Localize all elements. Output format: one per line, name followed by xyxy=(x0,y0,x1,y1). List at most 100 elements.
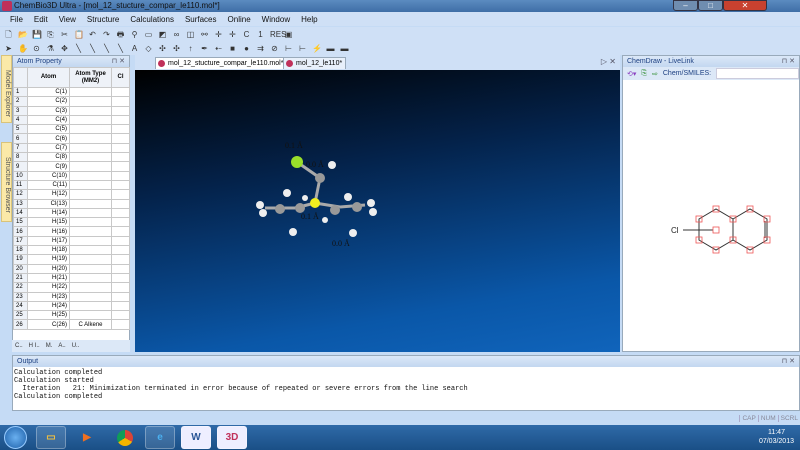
atom-type-cell[interactable] xyxy=(69,105,112,116)
toolbar-button-icon[interactable]: ⚲ xyxy=(130,30,139,39)
table-row[interactable]: 7 C(7) xyxy=(13,142,130,154)
atom-cell[interactable]: C(10) xyxy=(27,170,70,181)
atom-type-cell[interactable] xyxy=(69,235,112,247)
charge-cell[interactable] xyxy=(111,282,130,293)
col-header-cl[interactable]: Cl xyxy=(111,67,130,88)
toolbar-button-icon[interactable]: ↶ xyxy=(88,30,97,39)
menu-edit[interactable]: Edit xyxy=(34,15,48,24)
table-row[interactable]: 9 C(9) xyxy=(13,161,130,172)
table-row[interactable]: 4 C(4) xyxy=(13,114,130,126)
atom-type-cell[interactable] xyxy=(69,272,112,284)
paste-icon[interactable]: ⇨ xyxy=(652,70,658,78)
menu-online[interactable]: Online xyxy=(228,15,251,24)
atom-cell[interactable]: H(20) xyxy=(27,263,70,274)
table-row[interactable]: 24 H(24) xyxy=(13,300,130,312)
toolbar-button-icon[interactable]: ⊢ xyxy=(284,44,293,53)
toolbar-button-icon[interactable]: ╲ xyxy=(74,44,83,53)
toolbar-button-icon[interactable]: ⚡ xyxy=(312,44,322,53)
toolbar-button-icon[interactable]: ✋ xyxy=(18,44,28,53)
atom-type-cell[interactable] xyxy=(69,179,112,191)
toolbar-button-icon[interactable]: ⎘ xyxy=(46,30,55,39)
charge-cell[interactable] xyxy=(111,189,130,200)
toolbar-button-icon[interactable]: 💾 xyxy=(32,30,42,39)
menu-calculations[interactable]: Calculations xyxy=(130,15,174,24)
atom-type-cell[interactable] xyxy=(69,217,112,228)
toolbar-button-icon[interactable]: ✛ xyxy=(214,30,223,39)
table-row[interactable]: 25 H(25) xyxy=(13,310,130,321)
toolbar-button-icon[interactable]: ⊢ xyxy=(298,44,307,53)
atom-cell[interactable]: Cl(13) xyxy=(27,198,70,209)
toolbar-button-icon[interactable]: ✣ xyxy=(172,44,181,53)
atom-type-cell[interactable]: C Alkene xyxy=(69,319,112,330)
toolbar-button-icon[interactable]: ⚯ xyxy=(200,30,209,39)
ie-taskbar-icon[interactable]: e xyxy=(145,426,175,449)
close-doc-icon[interactable]: ▷ ✕ xyxy=(601,57,616,66)
minimize-button[interactable]: – xyxy=(673,0,698,11)
atom-cell[interactable]: H(25) xyxy=(27,310,70,321)
table-row[interactable]: 16 H(16) xyxy=(13,226,130,237)
charge-cell[interactable] xyxy=(111,170,130,181)
toolbar-button-icon[interactable]: ● xyxy=(242,44,251,53)
maximize-button[interactable]: □ xyxy=(698,0,723,11)
toolbar-button-icon[interactable]: 📋 xyxy=(74,30,84,39)
toolbar-button-icon[interactable]: ╲ xyxy=(102,44,111,53)
atom-cell[interactable]: C(7) xyxy=(27,142,70,154)
atom-type-cell[interactable] xyxy=(69,96,112,107)
atom-cell[interactable]: C(8) xyxy=(27,152,70,163)
table-row[interactable]: 8 C(8) xyxy=(13,152,130,163)
toolbar-button-icon[interactable]: ✣ xyxy=(158,44,167,53)
atom-type-cell[interactable] xyxy=(69,282,112,293)
toolbar-button-icon[interactable]: A xyxy=(130,44,139,53)
clock[interactable]: 11:47 07/03/2013 xyxy=(759,428,794,446)
toolbar-button-icon[interactable]: 🗋 xyxy=(4,30,13,39)
chembio3d-taskbar-icon[interactable]: 3D xyxy=(217,426,247,449)
atom-cell[interactable]: C(2) xyxy=(27,96,70,107)
table-row[interactable]: 21 H(21) xyxy=(13,272,130,284)
charge-cell[interactable] xyxy=(111,319,130,330)
atom-cell[interactable]: C(1) xyxy=(27,86,70,98)
atom-type-cell[interactable] xyxy=(69,198,112,209)
table-row[interactable]: 14 H(14) xyxy=(13,207,130,219)
charge-cell[interactable] xyxy=(111,235,130,247)
atom-cell[interactable]: H(12) xyxy=(27,189,70,200)
atom-panel-tab[interactable]: A.. xyxy=(58,343,65,349)
chemdraw-structure[interactable]: Cl xyxy=(623,80,799,340)
toolbar-button-icon[interactable]: ⇉ xyxy=(256,44,265,53)
close-icon[interactable]: ⊓ ✕ xyxy=(782,356,795,367)
charge-cell[interactable] xyxy=(111,105,130,116)
atom-cell[interactable]: C(11) xyxy=(27,179,70,191)
atom-type-cell[interactable] xyxy=(69,161,112,172)
toolbar-button-icon[interactable]: RES xyxy=(270,30,286,39)
table-row[interactable]: 11 C(11) xyxy=(13,179,130,191)
charge-cell[interactable] xyxy=(111,86,130,98)
close-icon[interactable]: ⊓ ✕ xyxy=(112,56,125,67)
toolbar-button-icon[interactable]: ╲ xyxy=(88,44,97,53)
table-row[interactable]: 10 C(10) xyxy=(13,170,130,181)
toolbar-button-icon[interactable]: ✒ xyxy=(200,44,209,53)
doc-tab-active[interactable]: mol_12_stucture_compar_le110.mol* xyxy=(155,57,288,69)
charge-cell[interactable] xyxy=(111,207,130,219)
table-row[interactable]: 2 C(2) xyxy=(13,96,130,107)
table-row[interactable]: 17 H(17) xyxy=(13,235,130,247)
menu-structure[interactable]: Structure xyxy=(87,15,119,24)
atom-type-cell[interactable] xyxy=(69,152,112,163)
atom-type-cell[interactable] xyxy=(69,189,112,200)
atom-cell[interactable]: H(22) xyxy=(27,282,70,293)
charge-cell[interactable] xyxy=(111,263,130,274)
table-row[interactable]: 20 H(20) xyxy=(13,263,130,274)
word-taskbar-icon[interactable]: W xyxy=(181,426,211,449)
table-row[interactable]: 15 H(15) xyxy=(13,217,130,228)
toolbar-button-icon[interactable]: ↑ xyxy=(186,44,195,53)
charge-cell[interactable] xyxy=(111,217,130,228)
toolbar-button-icon[interactable]: C xyxy=(242,30,251,39)
toolbar-button-icon[interactable]: ■ xyxy=(228,44,237,53)
col-header-type[interactable]: Atom Type (MM2) xyxy=(69,67,112,88)
atom-type-cell[interactable] xyxy=(69,133,112,144)
toolbar-button-icon[interactable]: ✂ xyxy=(60,30,69,39)
atom-type-cell[interactable] xyxy=(69,310,112,321)
toolbar-button-icon[interactable]: ▬ xyxy=(326,44,335,53)
atom-cell[interactable]: H(21) xyxy=(27,272,70,284)
chrome-taskbar-icon[interactable] xyxy=(110,426,140,449)
charge-cell[interactable] xyxy=(111,310,130,321)
toolbar-button-icon[interactable]: ◇ xyxy=(144,44,153,53)
